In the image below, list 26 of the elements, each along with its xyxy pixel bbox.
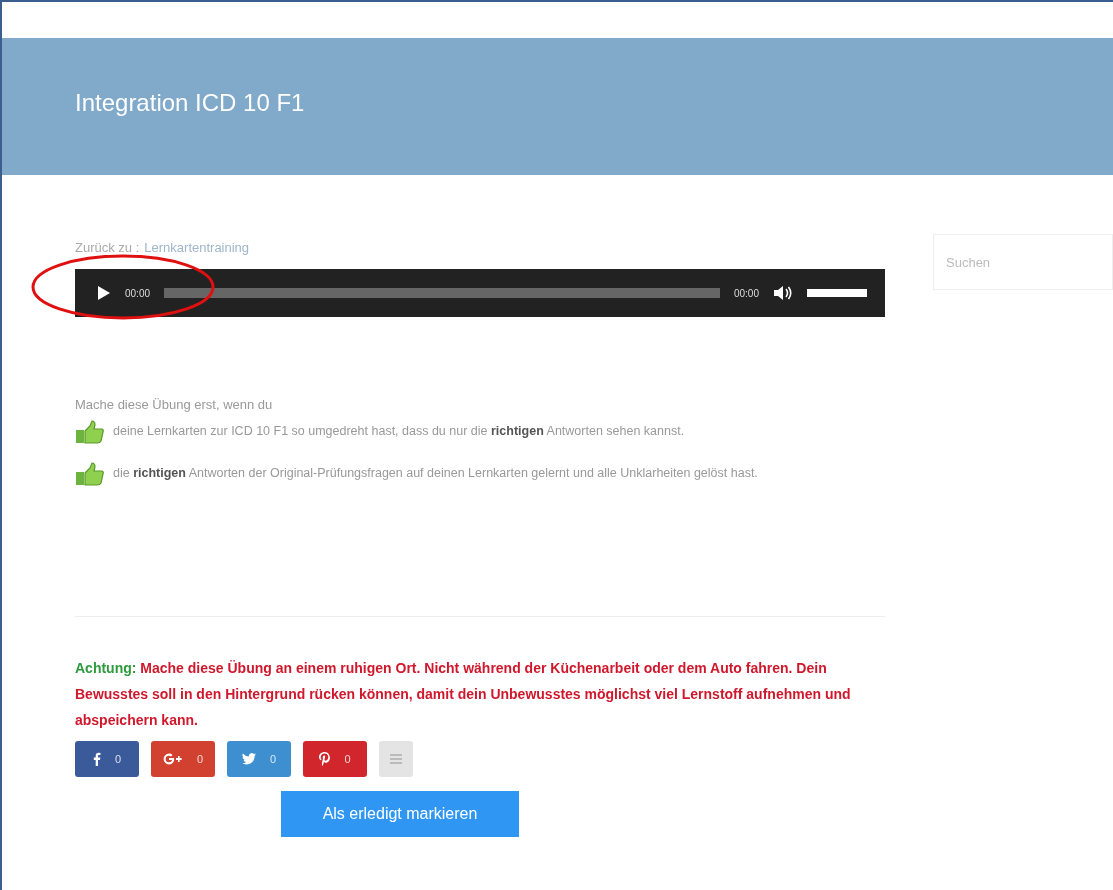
share-button[interactable]: 0 (303, 741, 367, 777)
google-plus-icon (162, 753, 183, 765)
search-field[interactable]: Suchen (933, 234, 1113, 290)
share-button[interactable]: 0 (151, 741, 215, 777)
condition-text: die richtigen Antworten der Original-Prüfungsfragen auf deinen Lernkarten gelernt und alle Unklarheiten gelöst hast. (113, 465, 758, 482)
intro-text: Mache diese Übung erst, wenn du (75, 397, 274, 412)
condition-text: deine Lernkarten zur ICD 10 F1 so umgedreht hast, dass du nur die richtigen Antworten sehen kannst. (113, 423, 685, 440)
page-title: Integration ICD 10 F1 (75, 88, 305, 117)
thumbs-up-icon (75, 462, 105, 486)
facebook-icon (92, 752, 101, 766)
share-button[interactable]: 0 (75, 741, 139, 777)
mark-complete-button[interactable]: Als erledigt markieren (281, 791, 519, 837)
bird-icon (241, 753, 256, 765)
thumbs-up-icon (75, 420, 105, 444)
more-icon (390, 754, 402, 764)
volume-slider[interactable] (807, 289, 867, 297)
duration-time: 00:00 (733, 287, 759, 299)
breadcrumb-link[interactable]: Lernkartentraining (144, 240, 250, 255)
play-button[interactable] (97, 285, 111, 301)
share-button[interactable] (379, 741, 413, 777)
breadcrumb-label: Zurück zu : (75, 240, 140, 255)
current-time: 00:00 (125, 287, 151, 299)
volume-icon[interactable] (773, 284, 793, 302)
share-button[interactable]: 0 (227, 741, 291, 777)
warning-text: Achtung: Mache diese Übung an einem ruhigen Ort. Nicht während der Küchenarbeit oder dem Auto fahren. Dein Bewusstes soll in den Hintergrund rücken können, damit dein Unbewusstes möglichst viel Lernstoff aufnehmen und abspeichern kann. (75, 659, 852, 730)
pinterest-icon (319, 752, 331, 766)
